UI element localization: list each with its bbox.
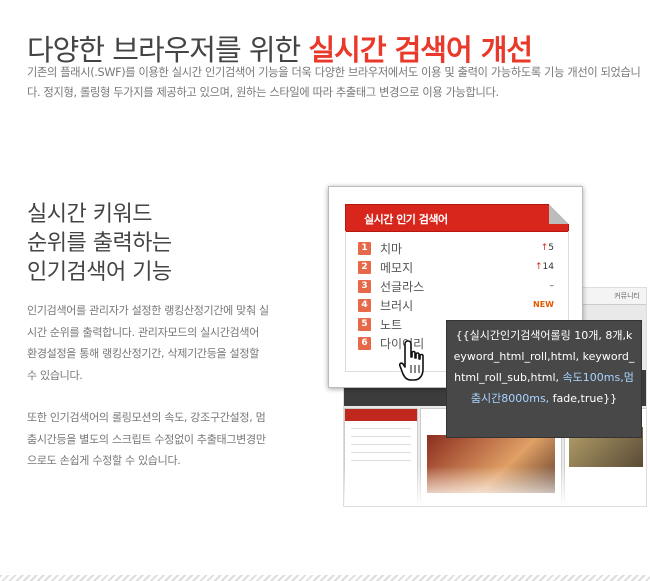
page-fold-corner: [549, 204, 569, 224]
mockup-line: [351, 428, 411, 429]
section-heading-line: 실시간 키워드: [27, 202, 152, 227]
mockup-line: [351, 444, 411, 445]
mockup-line: [351, 436, 411, 437]
mockup-line: [351, 460, 411, 461]
section-description: 인기검색어를 관리자가 설정한 랭킹산정기간에 맞춰 실시간 순위를 출력합니다…: [27, 300, 272, 493]
rank-badge: 6: [358, 337, 371, 350]
keyword-text[interactable]: 메모지: [380, 259, 413, 276]
section-heading-line: 순위를 출력하는: [27, 231, 172, 256]
keyword-widget-title: 실시간 인기 검색어: [364, 213, 448, 226]
rank-change: ↑5: [541, 243, 554, 253]
rank-badge: 3: [358, 280, 371, 293]
rank-badge: 4: [358, 299, 371, 312]
description-paragraph: 또한 인기검색어의 롤링모션의 속도, 강조구간설정, 멈춤시간등을 별도의 스…: [27, 411, 266, 467]
tooltip-text: {{실시간인기검색어롤링 10개, 8개,keyword_html_roll,h…: [447, 321, 641, 409]
section-heading: 실시간 키워드 순위를 출력하는 인기검색어 기능: [27, 200, 172, 287]
intro-text: 기존의 플래시(.SWF)를 이용한 실시간 인기검색어 기능을 더욱 다양한 …: [27, 66, 641, 99]
arrow-up-icon: ↑: [535, 262, 543, 272]
new-badge: NEW: [533, 300, 554, 309]
extraction-tag-tooltip: {{실시간인기검색어롤링 10개, 8개,keyword_html_roll,h…: [446, 320, 642, 438]
section-heading-line: 인기검색어 기능: [27, 260, 172, 285]
bottom-divider: [0, 575, 650, 581]
mockup-left-header: [345, 409, 417, 421]
keyword-text[interactable]: 선글라스: [380, 278, 424, 295]
keyword-item[interactable]: 2 메모지 ↑14: [358, 258, 558, 276]
rank-badge: 5: [358, 318, 371, 331]
keyword-text[interactable]: 노트: [380, 316, 402, 333]
rank-change: ↑14: [535, 262, 554, 272]
description-paragraph: 인기검색어를 관리자가 설정한 랭킹산정기간에 맞춰 실시간 순위를 출력합니다…: [27, 304, 269, 382]
keyword-item[interactable]: 4 브러시 NEW: [358, 296, 558, 314]
mockup-topbar-text: 커뮤니티: [614, 292, 640, 300]
keyword-item[interactable]: 1 치마 ↑5: [358, 239, 558, 257]
rank-badge: 2: [358, 261, 371, 274]
mockup-line: [351, 452, 411, 453]
rank-badge: 1: [358, 242, 371, 255]
tooltip-code-end: fade,true}}: [549, 392, 618, 405]
keyword-text[interactable]: 치마: [380, 240, 402, 257]
keyword-item[interactable]: 3 선글라스 –: [358, 277, 558, 295]
mockup-fade: [344, 466, 646, 506]
rank-change-value: 14: [542, 262, 554, 272]
keyword-widget-header: 실시간 인기 검색어: [345, 204, 569, 232]
rank-change-value: 5: [548, 243, 554, 253]
keyword-text[interactable]: 브러시: [380, 297, 413, 314]
hand-pointer-icon: [399, 340, 424, 381]
rank-change-value: –: [549, 281, 555, 291]
